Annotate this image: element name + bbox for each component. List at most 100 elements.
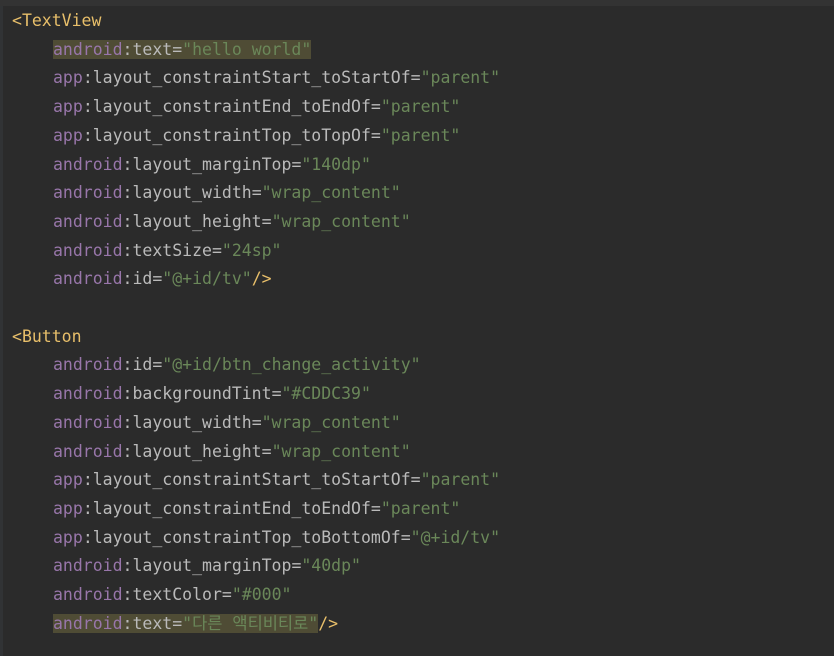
code-token: /> — [251, 269, 272, 289]
code-token: = — [261, 211, 272, 231]
code-token: < — [12, 11, 22, 30]
code-line[interactable]: android:textSize="24sp" — [53, 238, 282, 264]
code-token: = — [291, 556, 302, 576]
code-token: = — [172, 39, 183, 59]
code-line[interactable]: android:textColor="#000" — [53, 582, 291, 608]
code-line[interactable]: android:text="다른 액티비티로"/> — [53, 611, 338, 637]
code-token: < — [12, 326, 22, 346]
code-token: :text — [122, 39, 173, 59]
code-token: app — [53, 68, 83, 88]
code-line[interactable]: android:id="@+id/tv"/> — [53, 266, 272, 292]
code-token: = — [370, 498, 381, 518]
code-token: android — [53, 441, 123, 461]
code-token: = — [172, 613, 183, 633]
code-token: app — [53, 470, 83, 490]
code-token: = — [370, 125, 381, 145]
code-line[interactable]: app:layout_constraintEnd_toEndOf="parent… — [53, 496, 460, 522]
code-token: = — [271, 384, 282, 404]
code-token: :layout_constraintTop_toTopOf — [82, 125, 371, 145]
code-token: = — [291, 154, 302, 174]
code-line[interactable]: app:layout_constraintStart_toStartOf="pa… — [53, 65, 500, 91]
code-token: android — [53, 154, 123, 174]
code-token: android — [53, 585, 123, 604]
code-token: = — [410, 68, 421, 88]
code-token: :textSize — [122, 240, 212, 260]
code-token: = — [211, 240, 222, 260]
code-token: = — [400, 527, 411, 547]
code-token: "40dp" — [301, 556, 361, 576]
code-token: /> — [318, 613, 339, 633]
code-line[interactable]: android:layout_marginTop="140dp" — [53, 152, 371, 178]
code-line[interactable]: android:id="@+id/btn_change_activity" — [53, 352, 421, 378]
code-token: :layout_width — [122, 412, 252, 432]
code-token: android — [53, 183, 123, 203]
code-token: = — [370, 97, 381, 117]
code-token: app — [53, 97, 83, 117]
code-line[interactable]: <TextView — [12, 8, 101, 34]
code-token: "wrap_content" — [271, 441, 411, 461]
code-token: :backgroundTint — [122, 384, 272, 404]
code-token: android — [53, 269, 123, 289]
code-token: "parent" — [420, 470, 501, 490]
code-line[interactable]: android:layout_width="wrap_content" — [53, 410, 401, 436]
code-line[interactable]: android:layout_height="wrap_content" — [53, 439, 411, 465]
code-line[interactable]: app:layout_constraintTop_toTopOf="parent… — [53, 123, 460, 149]
code-line[interactable]: android:backgroundTint="#CDDC39" — [53, 381, 371, 407]
code-token: :layout_constraintStart_toStartOf — [82, 470, 411, 490]
code-editor[interactable]: <TextView android:text="hello world" app:l… — [0, 0, 834, 656]
code-token: "@+id/tv" — [410, 527, 501, 547]
code-token: "다른 액티비티로" — [182, 613, 319, 633]
editor-top-strip — [0, 0, 834, 6]
code-token: Button — [21, 326, 82, 346]
editor-gutter — [0, 6, 3, 656]
code-token: app — [53, 498, 83, 518]
code-token: :id — [122, 355, 153, 375]
code-line[interactable]: android:text="hello world" — [53, 37, 312, 63]
code-token: :layout_constraintTop_toBottomOf — [82, 527, 401, 547]
code-token: = — [251, 412, 262, 432]
code-line[interactable]: app:layout_constraintStart_toStartOf="pa… — [53, 467, 500, 493]
code-token: :layout_height — [122, 441, 262, 461]
code-token: :layout_constraintEnd_toEndOf — [82, 97, 371, 117]
code-token: "140dp" — [301, 154, 371, 174]
code-token: = — [261, 441, 272, 461]
code-token: android — [53, 412, 123, 432]
code-token: = — [152, 355, 163, 375]
code-token: = — [410, 470, 421, 490]
code-token: android — [53, 355, 123, 375]
code-token: "parent" — [380, 498, 461, 518]
code-line[interactable]: android:layout_width="wrap_content" — [53, 180, 401, 206]
code-line[interactable]: app:layout_constraintTop_toBottomOf="@+i… — [53, 525, 500, 551]
code-token: :layout_constraintStart_toStartOf — [82, 68, 411, 88]
code-token: = — [221, 585, 232, 604]
code-token: "@+id/btn_change_activity" — [162, 355, 421, 375]
code-token: "parent" — [380, 97, 461, 117]
code-token: :text — [122, 613, 173, 633]
code-token: "@+id/tv" — [162, 269, 252, 289]
code-token: "#CDDC39" — [281, 384, 371, 404]
code-token: android — [53, 39, 123, 59]
code-token: "hello world" — [182, 39, 312, 59]
code-token: TextView — [21, 11, 102, 30]
code-token: :id — [122, 269, 153, 289]
code-line[interactable]: android:layout_marginTop="40dp" — [53, 553, 361, 579]
code-line[interactable]: <Button — [12, 324, 82, 350]
code-token: "wrap_content" — [271, 211, 411, 231]
code-token: "24sp" — [221, 240, 282, 260]
code-line[interactable]: android:layout_height="wrap_content" — [53, 209, 411, 235]
code-token: :layout_width — [122, 183, 252, 203]
code-token: "parent" — [380, 125, 461, 145]
code-token: android — [53, 556, 123, 576]
code-token: :layout_height — [122, 211, 262, 231]
code-token: android — [53, 211, 123, 231]
code-token: "parent" — [420, 68, 501, 88]
code-token: "#000" — [231, 585, 292, 604]
code-token: android — [53, 613, 123, 633]
code-token: android — [53, 240, 123, 260]
code-token: :layout_marginTop — [122, 154, 292, 174]
code-token: = — [251, 183, 262, 203]
code-line[interactable]: app:layout_constraintEnd_toEndOf="parent… — [53, 94, 460, 120]
code-token: = — [152, 269, 163, 289]
code-token: :layout_marginTop — [122, 556, 292, 576]
code-token: app — [53, 125, 83, 145]
